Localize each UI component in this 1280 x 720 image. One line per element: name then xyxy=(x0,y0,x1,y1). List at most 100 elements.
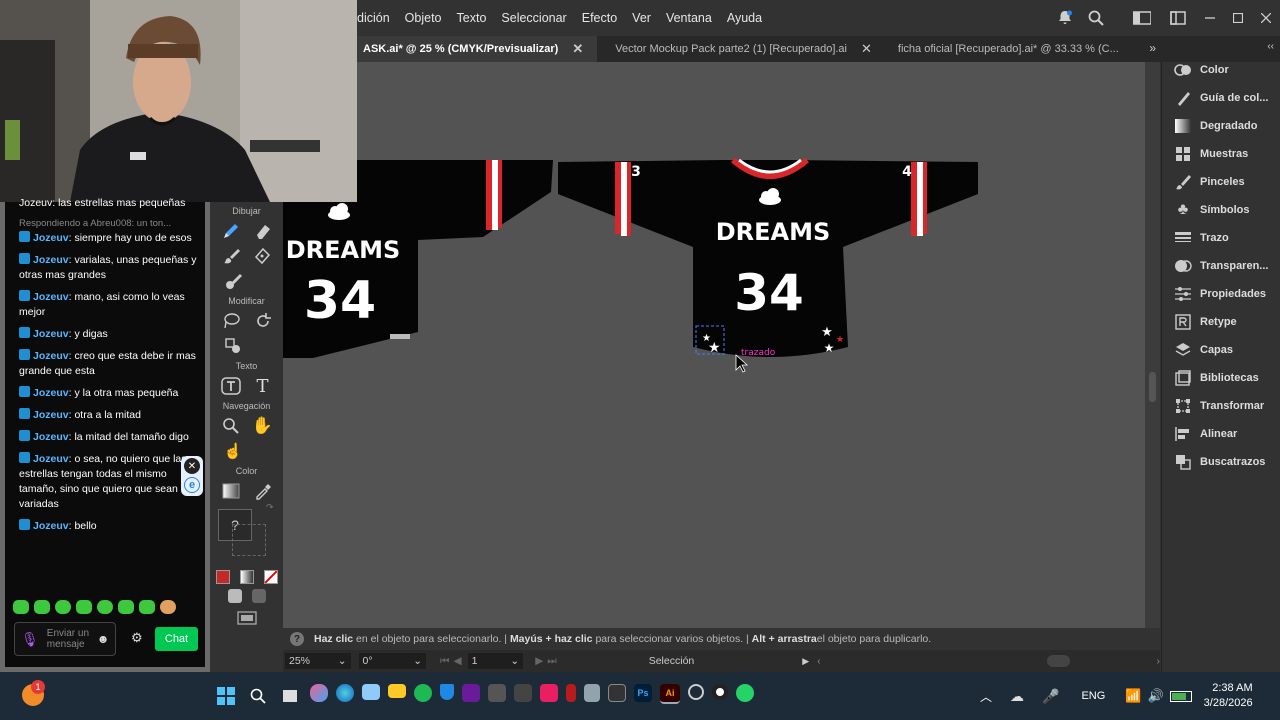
panel-color[interactable]: Color xyxy=(1162,56,1280,84)
vertical-scrollbar[interactable] xyxy=(1145,62,1160,652)
scroll-right-icon[interactable]: › xyxy=(1156,655,1160,667)
type-icon[interactable]: T xyxy=(252,376,274,397)
scroll-left-icon[interactable]: ‹ xyxy=(817,655,821,667)
battery-icon[interactable] xyxy=(1169,690,1192,702)
panel-color-guide[interactable]: Guía de col... xyxy=(1162,84,1280,112)
emote-icon[interactable] xyxy=(118,600,134,614)
panel-symbols[interactable]: ♣ Símbolos xyxy=(1162,196,1280,224)
maximize-icon[interactable] xyxy=(1224,13,1252,23)
chat-send-button[interactable]: Chat xyxy=(155,627,198,651)
rotation-select[interactable]: 0° ⌄ xyxy=(358,653,427,669)
windows-start-icon[interactable] xyxy=(214,684,238,708)
gradient-tool-icon[interactable] xyxy=(220,481,242,501)
music-app-icon[interactable] xyxy=(540,684,558,702)
menu-effect[interactable]: Efecto xyxy=(582,11,617,25)
panel-stroke[interactable]: Trazo xyxy=(1162,224,1280,252)
search-icon[interactable] xyxy=(1078,10,1114,26)
settings-gear-icon[interactable]: ⚙ xyxy=(131,630,143,646)
close-tab-icon[interactable]: ✕ xyxy=(861,41,872,57)
chat-username[interactable]: Jozeuv xyxy=(33,431,69,443)
illustrator-icon[interactable]: Ai xyxy=(660,684,680,704)
chat-username[interactable]: Jozeuv xyxy=(33,291,69,303)
eyedropper-icon[interactable] xyxy=(252,481,274,501)
menu-select[interactable]: Seleccionar xyxy=(501,11,566,25)
extension-badge[interactable]: e xyxy=(184,477,200,493)
star-icon[interactable]: ★ xyxy=(708,339,721,355)
task-view-icon[interactable] xyxy=(278,684,302,708)
emote-icon[interactable] xyxy=(55,600,71,614)
panel-transform[interactable]: Transformar xyxy=(1162,392,1280,420)
app-icon[interactable] xyxy=(488,684,506,702)
chevron-up-icon[interactable]: ︿ xyxy=(980,688,992,705)
chat-username[interactable]: Jozeuv xyxy=(33,453,69,465)
eraser-icon[interactable] xyxy=(252,221,274,241)
app-icon[interactable] xyxy=(608,684,626,702)
more-tabs-icon[interactable]: » xyxy=(1149,41,1156,55)
tab-document-3[interactable]: ficha oficial [Recuperado].ai* @ 33.33 %… xyxy=(892,36,1125,62)
panel-collapse-icon[interactable]: ‹‹ xyxy=(1267,41,1274,52)
rotate-icon[interactable] xyxy=(252,311,274,331)
search-icon[interactable] xyxy=(246,684,270,708)
zoom-select[interactable]: 25% ⌄ xyxy=(285,653,351,669)
blob-brush-icon[interactable] xyxy=(222,271,244,291)
lasso-icon[interactable] xyxy=(220,311,242,331)
horizontal-scroll-thumb[interactable] xyxy=(1046,655,1071,667)
chat-username[interactable]: Jozeuv xyxy=(33,387,69,399)
scroll-thumb[interactable] xyxy=(1149,372,1156,402)
menu-text[interactable]: Texto xyxy=(457,11,487,25)
chat-username[interactable]: Jozeuv xyxy=(33,232,69,244)
close-icon[interactable] xyxy=(1252,13,1280,23)
menu-help[interactable]: Ayuda xyxy=(727,11,762,25)
app-icon[interactable] xyxy=(566,684,576,702)
photoshop-icon[interactable]: Ps xyxy=(634,684,652,702)
menu-edit[interactable]: dición xyxy=(357,11,390,25)
spotify-icon[interactable] xyxy=(414,684,432,702)
panel-swatches[interactable]: Muestras xyxy=(1162,140,1280,168)
emote-icon[interactable] xyxy=(34,600,50,614)
copilot-icon[interactable] xyxy=(310,684,328,702)
panel-align[interactable]: Alinear xyxy=(1162,420,1280,448)
panel-gradient[interactable]: Degradado xyxy=(1162,112,1280,140)
artboard-select[interactable]: 1 ⌄ xyxy=(467,653,524,669)
microphone-icon[interactable]: 🎙 xyxy=(21,631,39,648)
whatsapp-icon[interactable] xyxy=(736,684,754,702)
touch-type-icon[interactable] xyxy=(220,376,242,396)
calculator-icon[interactable] xyxy=(584,684,600,702)
menu-view[interactable]: Ver xyxy=(632,11,651,25)
language-indicator[interactable]: ENG xyxy=(1081,690,1105,702)
chat-username[interactable]: Jozeuv xyxy=(33,409,69,421)
chat-input[interactable]: 🎙 Enviar un mensaje ☻ xyxy=(14,622,116,656)
tab-document-1[interactable]: ASK.ai* @ 25 % (CMYK/Previsualizar) ✕ xyxy=(357,36,598,62)
next-artboard-icon[interactable]: ▶ xyxy=(535,655,543,667)
none-mode-icon[interactable] xyxy=(263,570,278,584)
menu-object[interactable]: Objeto xyxy=(405,11,442,25)
microphone-icon[interactable]: 🎤 xyxy=(1042,688,1059,705)
app-icon[interactable] xyxy=(688,684,704,700)
cloud-icon[interactable]: ☁ xyxy=(1010,688,1024,705)
tool-menu-arrow-icon[interactable]: ▶ xyxy=(802,656,809,667)
tab-document-2[interactable]: Vector Mockup Pack parte2 (1) [Recuperad… xyxy=(609,36,886,62)
minimize-icon[interactable] xyxy=(1196,13,1224,23)
workspace-icon[interactable] xyxy=(1124,11,1160,25)
clock[interactable]: 2:38 AM 3/28/2026 xyxy=(1204,681,1253,711)
emote-icon[interactable] xyxy=(139,600,155,614)
store-icon[interactable] xyxy=(362,684,380,700)
emote-icon[interactable] xyxy=(97,600,113,614)
hand-icon[interactable]: ✋ xyxy=(252,416,274,436)
pen-icon[interactable] xyxy=(252,246,274,266)
notifications-icon[interactable] xyxy=(1052,10,1078,26)
paintbrush-icon[interactable] xyxy=(220,246,242,266)
file-explorer-icon[interactable] xyxy=(388,684,406,698)
chat-username[interactable]: Jozeuv xyxy=(33,328,69,340)
emote-icon[interactable] xyxy=(76,600,92,614)
swap-icon[interactable]: ↷ xyxy=(266,502,274,513)
panel-pathfinder[interactable]: Buscatrazos xyxy=(1162,448,1280,476)
gradient-mode-icon[interactable] xyxy=(239,570,254,584)
menu-window[interactable]: Ventana xyxy=(666,11,712,25)
stroke-swatch[interactable] xyxy=(232,524,266,556)
close-tab-icon[interactable]: ✕ xyxy=(572,41,583,57)
shape-builder-icon[interactable] xyxy=(222,336,244,356)
emote-icon[interactable] xyxy=(13,600,29,614)
panel-transparency[interactable]: Transparen... xyxy=(1162,252,1280,280)
obs-icon[interactable] xyxy=(712,684,728,700)
